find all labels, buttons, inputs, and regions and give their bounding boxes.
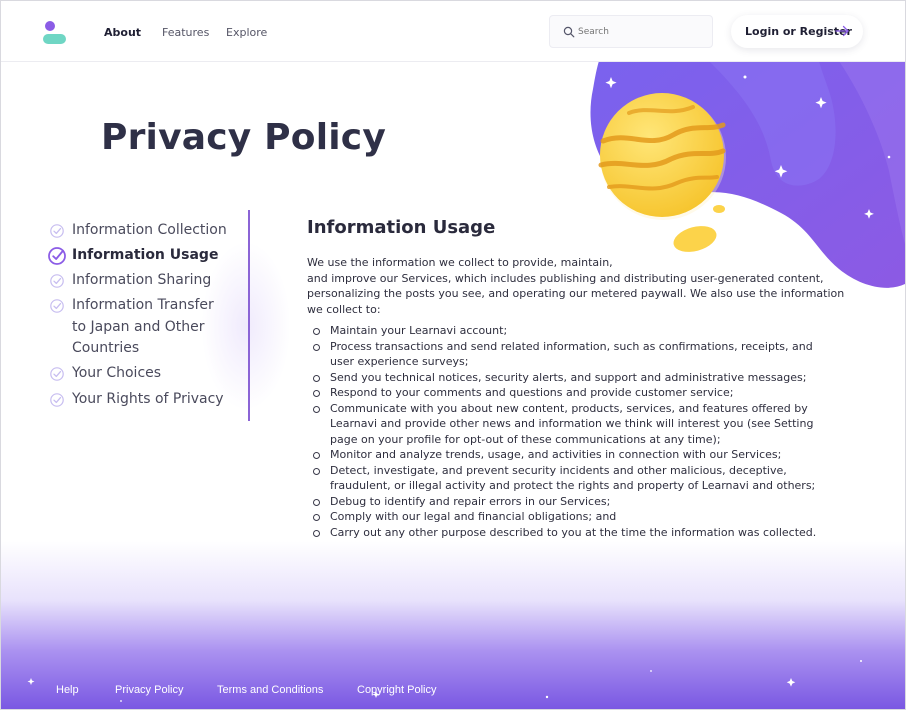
list-item: Process transactions and send related in… (307, 339, 827, 370)
sidebar-item-label: Information Transfer to Japan and Other … (72, 297, 214, 356)
logo-pill (43, 34, 66, 44)
check-circle-icon (50, 299, 64, 313)
sidebar-item-your-choices[interactable]: Your Choices (49, 363, 237, 385)
intro-line: and improve our Services, which includes… (307, 271, 824, 285)
page-title: Privacy Policy (101, 117, 386, 158)
list-item: Maintain your Learnavi account; (307, 323, 827, 339)
sidebar-item-information-collection[interactable]: Information Collection (49, 220, 237, 242)
footer-link-privacy-policy[interactable]: Privacy Policy (115, 684, 183, 696)
list-item: Comply with our legal and financial obli… (307, 509, 827, 525)
sidebar-item-your-rights[interactable]: Your Rights of Privacy (49, 389, 237, 411)
sidebar-item-information-transfer[interactable]: Information Transfer to Japan and Other … (49, 295, 232, 360)
sidebar-item-label: Information Sharing (72, 272, 212, 288)
search-icon (563, 26, 575, 38)
check-circle-icon (50, 274, 64, 288)
top-header: About Features Explore Login or Register (1, 1, 905, 62)
nav-explore[interactable]: Explore (226, 26, 267, 39)
footer-link-terms[interactable]: Terms and Conditions (217, 684, 323, 696)
list-item: Monitor and analyze trends, usage, and a… (307, 447, 827, 463)
list-item: Communicate with you about new content, … (307, 401, 827, 448)
nav-features[interactable]: Features (162, 26, 209, 39)
sidebar-item-information-sharing[interactable]: Information Sharing (49, 270, 237, 292)
intro-line: personalizing the posts you see, and ope… (307, 287, 845, 300)
sidebar-divider (248, 210, 250, 421)
footer-link-help[interactable]: Help (56, 684, 79, 696)
section-heading: Information Usage (307, 217, 496, 238)
list-item: Send you technical notices, security ale… (307, 370, 827, 386)
list-item: Respond to your comments and questions a… (307, 385, 827, 401)
sidebar-item-information-usage[interactable]: Information Usage (48, 245, 237, 267)
intro-line: we collect to: (307, 302, 381, 316)
nav-about[interactable]: About (104, 26, 141, 39)
list-item: Carry out any other purpose described to… (307, 525, 827, 541)
sidebar-item-label: Your Rights of Privacy (72, 391, 224, 407)
intro-line: We use the information we collect to pro… (307, 256, 613, 269)
section-intro: We use the information we collect to pro… (307, 255, 845, 317)
check-circle-icon (50, 393, 64, 407)
list-item: Detect, investigate, and prevent securit… (307, 463, 827, 494)
usage-list: Maintain your Learnavi account; Process … (307, 323, 837, 540)
sidebar-item-label: Your Choices (72, 365, 162, 381)
check-circle-icon (50, 224, 64, 238)
learnavi-logo[interactable] (43, 21, 67, 45)
policy-content: Information Usage We use the information… (307, 217, 845, 540)
footer-link-copyright[interactable]: Copyright Policy (357, 684, 436, 696)
check-circle-icon (50, 367, 64, 381)
login-register-button[interactable]: Login or Register (731, 15, 863, 48)
page-frame: About Features Explore Login or Register (0, 0, 906, 710)
sidebar-item-label: Information Collection (72, 222, 227, 238)
search-input[interactable] (578, 24, 698, 40)
search-box[interactable] (549, 15, 713, 48)
check-circle-icon (48, 247, 66, 265)
arrow-right-icon (835, 25, 849, 37)
logo-dot (45, 21, 55, 31)
list-item: Debug to identify and repair errors in o… (307, 494, 827, 510)
sidebar-item-label: Information Usage (72, 247, 219, 263)
